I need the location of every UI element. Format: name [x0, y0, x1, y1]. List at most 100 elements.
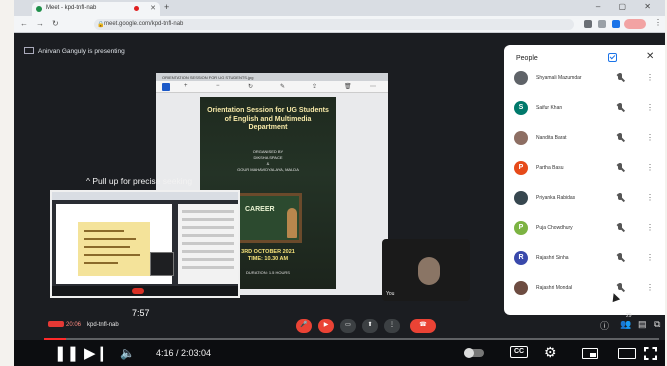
participant-video	[418, 257, 440, 285]
zoom-in-icon: +	[184, 83, 188, 89]
more-options-button[interactable]: ⋮	[384, 319, 400, 333]
settings-gear-icon[interactable]: ⚙	[544, 344, 557, 361]
new-tab-button[interactable]: +	[164, 2, 169, 12]
thumb-camera	[150, 252, 174, 276]
volume-icon[interactable]: 🔈	[120, 346, 135, 360]
captions-button[interactable]: ▭	[340, 319, 356, 333]
extension-icon[interactable]	[584, 20, 592, 28]
participant-row[interactable]: Rajashri Mondal ⋮	[504, 277, 665, 301]
participant-name: Rajashri Sinha	[536, 255, 569, 261]
presenting-banner: Anirvan Ganguly is presenting	[24, 47, 125, 55]
time-display: 4:16 / 2:03:04	[156, 348, 212, 358]
image-viewer-toolbar: + − ↻ ✎ ⇪ 🗑 ⋯	[156, 81, 388, 93]
participant-row[interactable]: R Rajashri Sinha ⋮	[504, 247, 665, 271]
window-controls[interactable]: – ▢ ✕	[596, 2, 659, 11]
thumb-control-bar	[52, 286, 238, 296]
next-icon[interactable]: ▶❙	[84, 344, 108, 362]
mic-muted-icon	[616, 193, 624, 203]
thumb-slide	[78, 222, 150, 276]
checkbox-icon[interactable]	[608, 53, 617, 62]
tab-close-icon[interactable]: ✕	[150, 4, 156, 12]
avatar: P	[514, 221, 528, 235]
present-screen-icon	[24, 47, 34, 54]
preview-timestamp: 7:57	[132, 308, 150, 318]
meet-stage: Anirvan Ganguly is presenting ORIENTATIO…	[14, 33, 665, 366]
close-icon[interactable]: ✕	[646, 51, 654, 62]
participant-name: Nandita Barat	[536, 135, 567, 141]
participant-name: Priyanka Rabidas	[536, 195, 576, 201]
forward-arrow-icon[interactable]: →	[36, 19, 44, 28]
miniplayer-icon[interactable]	[582, 348, 598, 359]
more-options-icon[interactable]: ⋮	[646, 283, 654, 292]
info-icon[interactable]: ⓘ	[600, 319, 609, 332]
more-options-icon[interactable]: ⋮	[646, 73, 654, 82]
people-panel-title: People	[516, 55, 538, 62]
avatar: S	[514, 101, 528, 115]
thumb-end-call	[132, 288, 144, 294]
avatar: R	[514, 251, 528, 265]
lock-icon: 🔒	[97, 22, 105, 28]
participant-row[interactable]: Shyamali Mazumdar ⋮	[504, 67, 665, 91]
theater-mode-icon[interactable]	[618, 348, 636, 359]
share-icon: ⇪	[312, 84, 318, 90]
profile-button[interactable]	[624, 19, 646, 29]
present-button[interactable]: ⬆	[362, 319, 378, 333]
browser-tab-strip: Meet - kpd-tnfl-nab ✕ + – ▢ ✕	[14, 0, 665, 16]
extension-icon[interactable]	[612, 20, 620, 28]
pause-icon[interactable]: ❚❚	[54, 344, 79, 362]
chat-icon[interactable]: ▤	[638, 319, 647, 330]
more-options-icon[interactable]: ⋮	[646, 133, 654, 142]
participant-row[interactable]: P Partha Basu ⋮	[504, 157, 665, 181]
mic-muted-icon	[616, 103, 624, 113]
shared-file-bar: ORIENTATION SESSION FOR UG STUDENTS.jpg	[156, 73, 388, 81]
fullscreen-icon[interactable]	[644, 347, 657, 360]
video-frame: Meet - kpd-tnfl-nab ✕ + – ▢ ✕ ← → ↻ 🔒 me…	[14, 0, 665, 366]
mic-muted-icon	[616, 163, 624, 173]
browser-menu-icon[interactable]: ⋮	[654, 18, 662, 27]
thumb-side-panel	[178, 204, 238, 284]
more-icon: ⋯	[370, 84, 376, 90]
people-icon[interactable]: 👥	[620, 319, 631, 330]
mic-muted-icon	[616, 73, 624, 83]
camera-label: You	[386, 291, 395, 297]
more-options-icon[interactable]: ⋮	[646, 253, 654, 262]
avatar	[514, 131, 528, 145]
participant-row[interactable]: S Saifur Khan ⋮	[504, 97, 665, 121]
seek-preview-thumbnail	[50, 190, 240, 298]
poster-title: Orientation Session for UG Students of E…	[207, 107, 329, 131]
career-board: CAREER	[234, 193, 302, 243]
more-options-icon[interactable]: ⋮	[646, 193, 654, 202]
participant-row[interactable]: Nandita Barat ⋮	[504, 127, 665, 151]
more-options-icon[interactable]: ⋮	[646, 163, 654, 172]
captions-button[interactable]: CC	[510, 346, 528, 358]
viewer-menu-icon	[162, 83, 170, 91]
more-options-icon[interactable]: ⋮	[646, 223, 654, 232]
back-arrow-icon[interactable]: ←	[20, 19, 28, 28]
end-call-button[interactable]: ☎	[410, 319, 436, 333]
participant-row[interactable]: Priyanka Rabidas ⋮	[504, 187, 665, 211]
address-bar[interactable]: 🔒 meet.google.com/kpd-tnfl-nab	[94, 19, 574, 30]
reload-icon[interactable]: ↻	[52, 19, 59, 28]
more-options-icon[interactable]: ⋮	[646, 103, 654, 112]
mic-muted-icon	[616, 133, 624, 143]
mic-off-button[interactable]: 🎤	[296, 319, 312, 333]
board-text: CAREER	[245, 206, 275, 213]
browser-tab[interactable]: Meet - kpd-tnfl-nab ✕	[32, 2, 160, 16]
avatar	[514, 191, 528, 205]
participant-row[interactable]: P Puja Chowdhury ⋮	[504, 217, 665, 241]
rotate-icon: ↻	[248, 84, 254, 90]
edit-icon: ✎	[280, 84, 286, 90]
delete-icon: 🗑	[344, 84, 352, 90]
participant-name: Puja Chowdhury	[536, 225, 573, 231]
thumb-browser-bar	[52, 192, 238, 200]
participant-name: Saifur Khan	[536, 105, 563, 111]
extension-icon[interactable]	[598, 20, 606, 28]
mic-muted-icon	[616, 223, 624, 233]
meet-favicon-icon	[36, 6, 42, 12]
activities-icon[interactable]: ⧉	[654, 319, 660, 330]
participant-name: Partha Basu	[536, 165, 564, 171]
autoplay-toggle[interactable]	[464, 348, 484, 358]
avatar	[514, 71, 528, 85]
figure-illustration	[287, 208, 297, 238]
camera-off-button[interactable]: ▶	[318, 319, 334, 333]
